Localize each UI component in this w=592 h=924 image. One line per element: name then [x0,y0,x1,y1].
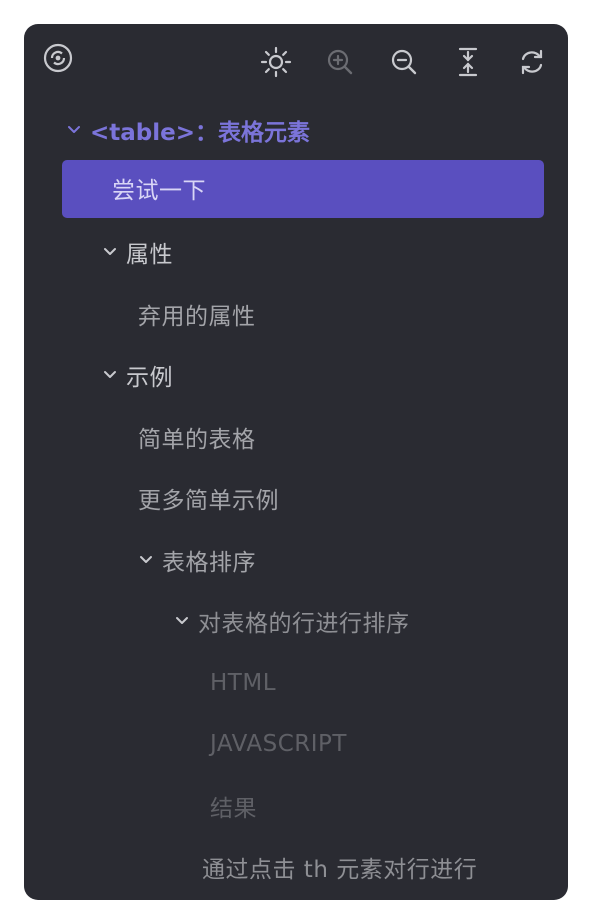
tree-item-more-examples[interactable]: 更多简单示例 [138,478,279,518]
tree-item-label: JAVASCRIPT [210,731,347,757]
outline-panel: <table>：表格元素 尝试一下 属性 弃用的属性 示例 简单的表格 更多简单… [24,24,568,900]
tree-item-deprecated-attributes[interactable]: 弃用的属性 [138,294,256,334]
outline-toolbar [24,24,568,96]
tree-item-try-it[interactable]: 尝试一下 [112,168,206,208]
chevron-down-icon[interactable] [64,120,84,140]
tree-item-label: 结果 [210,796,257,822]
refresh-icon[interactable] [514,44,550,80]
tree-item-result[interactable]: 结果 [210,786,257,826]
outline-logo-icon[interactable] [40,40,76,76]
tree-item-label: 对表格的行进行排序 [198,611,410,637]
zoom-in-icon[interactable] [322,44,358,80]
tree-item-label: 通过点击 th 元素对行进行 [202,857,478,883]
tree-item-label: 简单的表格 [138,427,256,453]
tree-item-label: 尝试一下 [112,178,206,204]
zoom-out-icon[interactable] [386,44,422,80]
tree-item-examples[interactable]: 示例 [100,355,173,395]
brightness-icon[interactable] [258,44,294,80]
tree-item-label: HTML [210,670,277,696]
tree-item-label: 属性 [126,242,173,268]
chevron-down-icon[interactable] [172,611,192,631]
tree-item-sort-rows[interactable]: 对表格的行进行排序 [172,601,410,641]
tree-item-html[interactable]: HTML [210,663,276,703]
chevron-down-icon[interactable] [100,365,120,385]
tree-item-label: 更多简单示例 [138,488,279,514]
chevron-down-icon[interactable] [100,242,120,262]
tree-item-label: 示例 [126,365,173,391]
tree-root-label: <table>：表格元素 [90,120,311,146]
collapse-all-icon[interactable] [450,44,486,80]
tree-item-table-sorting[interactable]: 表格排序 [136,540,256,580]
tree-root[interactable]: <table>：表格元素 [64,110,310,150]
tree-item-label: 弃用的属性 [138,304,256,330]
tree-item-simple-table[interactable]: 简单的表格 [138,417,256,457]
tree-item-attributes[interactable]: 属性 [100,232,173,272]
tree-item-sort-by-th[interactable]: 通过点击 th 元素对行进行 [202,847,477,887]
tree-item-javascript[interactable]: JAVASCRIPT [210,724,347,764]
tree-item-label: 表格排序 [162,550,256,576]
chevron-down-icon[interactable] [136,550,156,570]
